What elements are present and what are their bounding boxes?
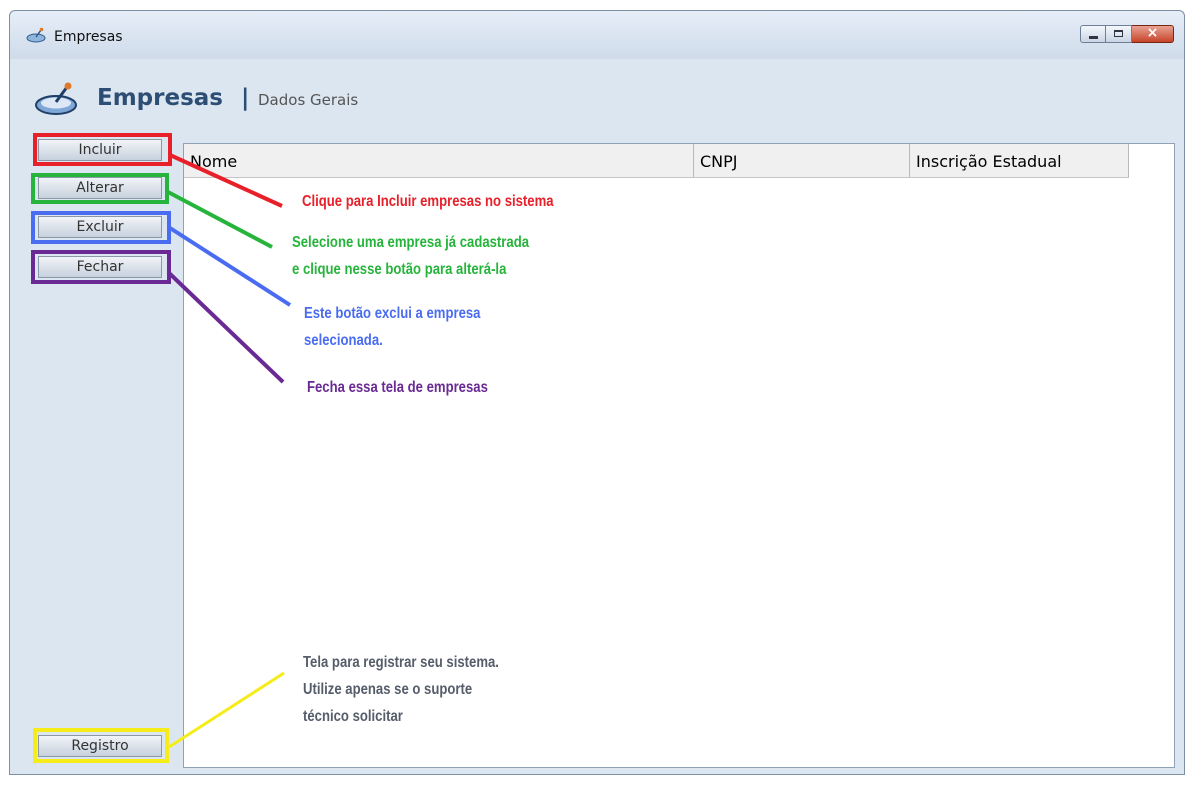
fechar-annotation: Fecha essa tela de empresas (307, 374, 488, 401)
excluir-highlight-box (31, 211, 171, 244)
annotation-line: Este botão exclui a empresa (304, 305, 481, 322)
incluir-highlight-box (33, 133, 172, 166)
alterar-highlight-box (31, 173, 169, 204)
grid-header: Nome CNPJ Inscrição Estadual (184, 144, 1129, 178)
registro-annotation: Tela para registrar seu sistema. Utilize… (303, 649, 499, 730)
annotation-line: e clique nesse botão para alterá-la (292, 261, 507, 278)
close-icon: × (1146, 25, 1159, 41)
column-header-cnpj[interactable]: CNPJ (694, 144, 910, 177)
minimize-icon (1089, 36, 1098, 39)
annotation-line: Fecha essa tela de empresas (307, 379, 488, 396)
annotation-line: técnico solicitar (303, 708, 403, 725)
satellite-dish-icon (26, 27, 46, 43)
annotation-line: Utilize apenas se o suporte (303, 681, 473, 698)
registro-highlight-box (33, 728, 169, 763)
title-bar[interactable]: Empresas × (10, 11, 1184, 59)
page-subtitle: Dados Gerais (258, 91, 359, 109)
window-controls: × (1080, 25, 1174, 43)
incluir-annotation: Clique para Incluir empresas no sistema (302, 188, 554, 215)
alterar-annotation: Selecione uma empresa já cadastrada e cl… (292, 229, 529, 283)
column-header-inscricao-estadual[interactable]: Inscrição Estadual (910, 144, 1129, 177)
window-content: Empresas | Dados Gerais Incluir Alterar … (10, 59, 1184, 774)
close-button[interactable]: × (1132, 25, 1174, 43)
maximize-button[interactable] (1106, 25, 1132, 43)
fechar-highlight-box (31, 250, 171, 284)
page-title: Empresas (97, 85, 223, 111)
annotation-line: selecionada. (304, 332, 383, 349)
annotation-line: Clique para Incluir empresas no sistema (302, 193, 554, 210)
annotation-line: Tela para registrar seu sistema. (303, 654, 499, 671)
empresas-window: Empresas × Empresas | Dados Gerais Inclu… (9, 10, 1185, 775)
excluir-annotation: Este botão exclui a empresa selecionada. (304, 300, 480, 354)
satellite-dish-icon (35, 82, 77, 115)
minimize-button[interactable] (1080, 25, 1106, 43)
title-separator: | (241, 85, 250, 111)
window-title: Empresas (54, 29, 123, 45)
annotation-line: Selecione uma empresa já cadastrada (292, 234, 530, 251)
maximize-icon (1114, 30, 1123, 37)
column-header-nome[interactable]: Nome (184, 144, 694, 177)
